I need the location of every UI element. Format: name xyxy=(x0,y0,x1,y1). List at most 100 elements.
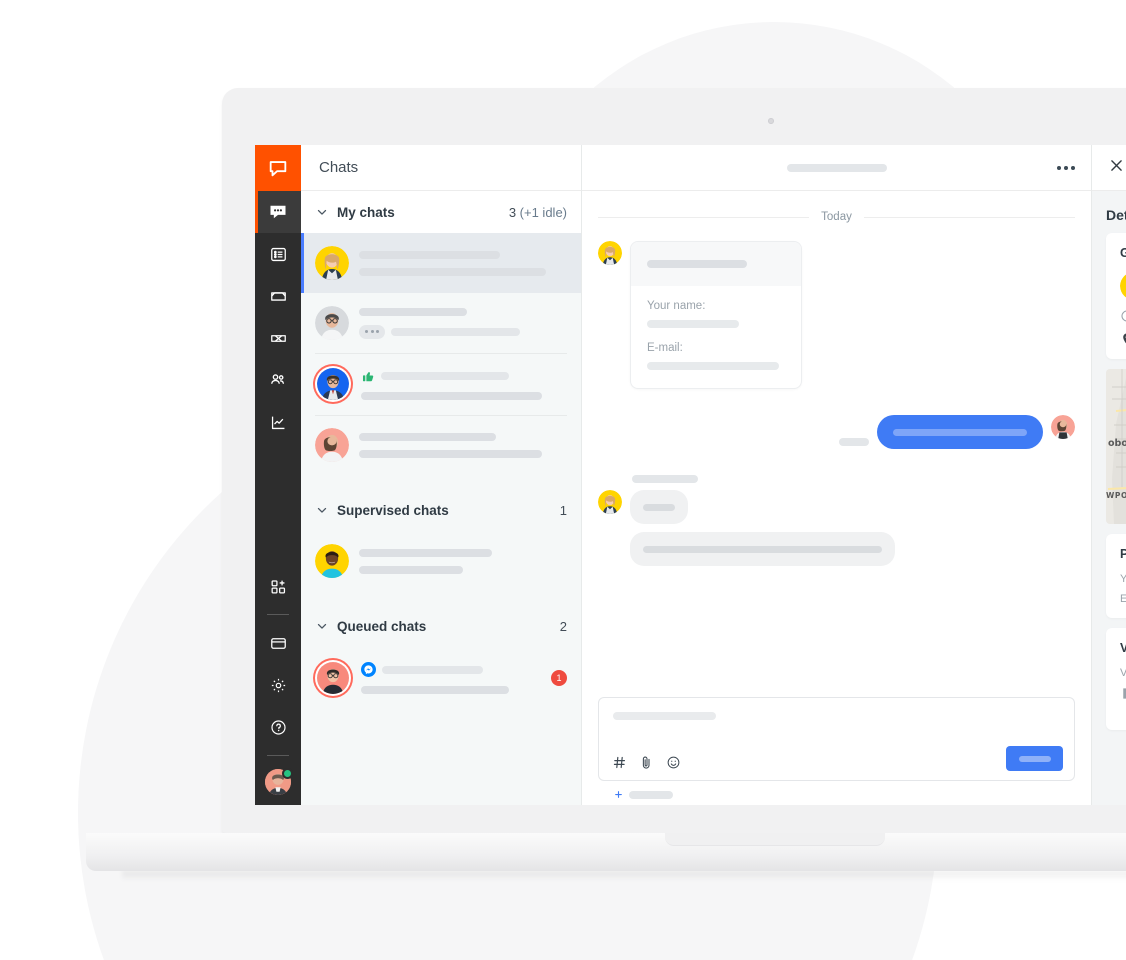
field-label-name: Your name: xyxy=(647,300,706,312)
avatar xyxy=(315,544,349,578)
sidebar-item-tickets[interactable] xyxy=(255,275,301,317)
placeholder-line xyxy=(893,428,1027,436)
placeholder-line xyxy=(359,267,547,276)
placeholder-line xyxy=(381,371,509,380)
unread-badge: 1 xyxy=(551,670,567,686)
status-dot-online xyxy=(282,768,293,779)
message-bubble-outgoing xyxy=(877,415,1043,449)
visits-label: Visits: xyxy=(1120,667,1126,679)
card-pre-chat-survey: Pre-chat surv Your name: E-mail: xyxy=(1106,534,1126,618)
sidebar-item-archives[interactable] xyxy=(255,233,301,275)
attachment-paperclip-icon[interactable] xyxy=(639,755,654,770)
survey-label-email: E-mail: xyxy=(1120,593,1126,605)
avatar xyxy=(315,428,349,462)
chat-list-item-6[interactable]: 1 xyxy=(301,647,581,709)
chat-item-preview xyxy=(359,432,567,458)
add-plus-icon[interactable] xyxy=(614,789,623,801)
sidebar-item-billing[interactable] xyxy=(255,622,301,664)
conversation-title-placeholder xyxy=(786,163,887,172)
survey-label-name: Your name: xyxy=(1120,573,1126,585)
thumbs-up-icon xyxy=(361,369,375,383)
chat-list-panel: Chats My chats 3 (+1 idle) Supervised ch… xyxy=(301,145,582,805)
chat-list-item-5[interactable] xyxy=(301,531,581,591)
card-body: Your name: E-mail: xyxy=(631,286,801,388)
details-title: Details xyxy=(1106,207,1126,223)
message-input[interactable] xyxy=(598,697,1075,781)
card-caption xyxy=(631,242,801,286)
nav-rail xyxy=(255,145,301,805)
chat-list-item-3[interactable] xyxy=(301,353,581,415)
sidebar-item-chats[interactable] xyxy=(255,191,301,233)
section-count-value: 3 xyxy=(508,204,517,220)
sidebar-item-apps[interactable] xyxy=(255,565,301,607)
field-label-email: E-mail: xyxy=(647,342,683,354)
section-title: Queued chats xyxy=(337,618,427,634)
composer-tools xyxy=(612,755,681,770)
chat-list-body[interactable]: My chats 3 (+1 idle) Supervised chats 1 … xyxy=(301,191,581,805)
customer-location-map[interactable]: oboken WPORT LOW MANHA HE 495 9A xyxy=(1106,369,1126,524)
close-x-icon[interactable] xyxy=(1108,157,1125,179)
add-quick-reply-row[interactable] xyxy=(598,781,1075,801)
day-divider-label: Today xyxy=(821,211,852,223)
chat-item-preview xyxy=(359,307,567,339)
sidebar-item-engage[interactable] xyxy=(255,317,301,359)
message-thread[interactable]: Today Your name: E-mail: xyxy=(582,191,1091,697)
chevron-down-icon[interactable] xyxy=(315,205,329,219)
canned-response-hash-icon[interactable] xyxy=(612,755,627,770)
card-general-info: General Info xyxy=(1106,233,1126,359)
screenshot-stage: Chats My chats 3 (+1 idle) Supervised ch… xyxy=(0,0,1126,960)
general-info-location-row xyxy=(1120,332,1126,346)
avatar xyxy=(317,662,349,694)
chat-list-item-1[interactable] xyxy=(301,233,581,293)
message-input-placeholder xyxy=(613,712,716,720)
messenger-icon xyxy=(361,662,376,677)
message-incoming-short xyxy=(598,490,1075,524)
field-value-email xyxy=(647,362,780,370)
sidebar-item-settings[interactable] xyxy=(255,664,301,706)
placeholder-line xyxy=(359,565,463,574)
card-visited-pages: Visited pages Visits: xyxy=(1106,628,1126,730)
avatar xyxy=(598,490,622,514)
chat-list-item-2[interactable] xyxy=(301,293,581,353)
kebab-menu-icon[interactable] xyxy=(1057,165,1075,170)
placeholder-line xyxy=(643,545,882,553)
card-title: General Info xyxy=(1120,246,1126,260)
section-count: 3 (+1 idle) xyxy=(509,205,567,220)
placeholder-line xyxy=(359,250,501,259)
chat-item-status-row xyxy=(361,662,541,677)
section-title: Supervised chats xyxy=(337,502,449,518)
chevron-down-icon[interactable] xyxy=(315,503,329,517)
chat-item-preview xyxy=(359,250,567,276)
section-header-my-chats[interactable]: My chats 3 (+1 idle) xyxy=(301,191,581,233)
svg-text:oboken: oboken xyxy=(1108,438,1126,449)
send-button[interactable] xyxy=(1006,746,1063,771)
chevron-down-icon[interactable] xyxy=(315,619,329,633)
agent-avatar[interactable] xyxy=(265,768,293,795)
field-value-name xyxy=(647,320,740,328)
section-header-queued-chats[interactable]: Queued chats 2 xyxy=(301,605,581,647)
day-divider: Today xyxy=(598,211,1075,223)
livechat-logo-icon[interactable] xyxy=(255,145,301,191)
laptop-mockup: Chats My chats 3 (+1 idle) Supervised ch… xyxy=(86,88,1126,881)
chat-list-item-4[interactable] xyxy=(301,415,581,475)
sidebar-item-team[interactable] xyxy=(255,359,301,401)
laptop-camera-icon xyxy=(768,118,774,124)
sidebar-item-help[interactable] xyxy=(255,706,301,748)
message-incoming-group xyxy=(598,475,1075,566)
livechat-app: Chats My chats 3 (+1 idle) Supervised ch… xyxy=(255,145,1126,805)
divider-rule xyxy=(863,216,1075,218)
placeholder-line xyxy=(359,432,497,441)
emoji-smiley-icon[interactable] xyxy=(666,755,681,770)
chat-item-status-row xyxy=(359,324,567,339)
avatar xyxy=(317,368,349,400)
card-title: Pre-chat surv xyxy=(1120,547,1126,561)
visited-page-row[interactable] xyxy=(1120,687,1126,701)
card-title: Visited pages xyxy=(1120,641,1126,655)
placeholder-line xyxy=(391,327,520,336)
avatar xyxy=(315,306,349,340)
message-outgoing xyxy=(598,415,1075,449)
section-header-supervised-chats[interactable]: Supervised chats 1 xyxy=(301,489,581,531)
laptop-base-shadow xyxy=(122,871,1126,881)
message-timestamp-placeholder xyxy=(839,438,869,446)
sidebar-item-reports[interactable] xyxy=(255,401,301,443)
